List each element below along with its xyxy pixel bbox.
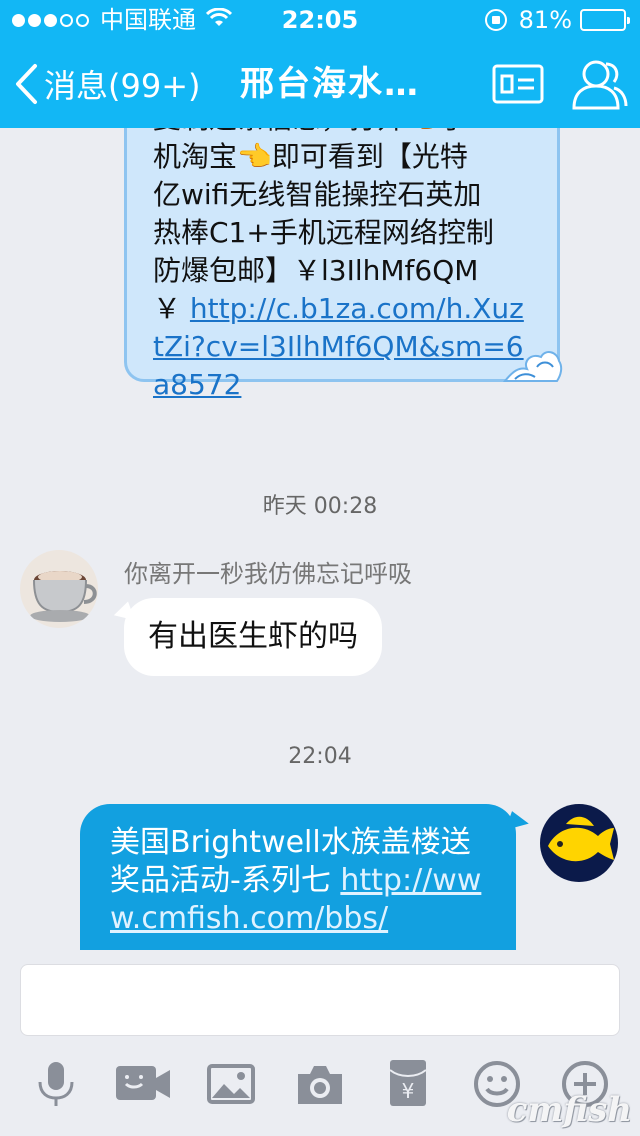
back-button[interactable]: 消息(99+) <box>14 40 201 128</box>
chevron-left-icon <box>16 64 37 104</box>
image-icon <box>207 1064 255 1104</box>
watermark: cmfish <box>506 1090 632 1130</box>
avatar[interactable] <box>20 550 98 628</box>
image-button[interactable] <box>206 1058 256 1110</box>
battery-icon <box>580 9 630 31</box>
message-line: 亿wifi无线智能操控石英加 <box>153 178 482 211</box>
yellow-tang-fish-avatar-icon <box>540 804 618 882</box>
message-line: 复制这条信息，打开👈手 <box>153 128 531 138</box>
outgoing-message-bubble[interactable]: 美国Brightwell水族盖楼送奖品活动-系列七 http://www.cmf… <box>80 804 516 950</box>
message-line: 机淘宝👈即可看到【光特 <box>153 140 468 173</box>
microphone-icon <box>38 1062 74 1106</box>
top-bar: 中国联通 22:05 81% 消息(99+) 邢台海水… <box>0 0 640 128</box>
id-card-icon <box>492 64 544 104</box>
input-area: ¥ cmfish <box>0 950 640 1136</box>
voice-button[interactable] <box>30 1058 82 1110</box>
message-line: 防爆包邮】￥l3IlhMf6QM <box>153 254 479 287</box>
camera-button[interactable] <box>296 1058 344 1110</box>
status-right: 81% <box>484 0 630 40</box>
message-link[interactable]: http://c.b1za.com/h.XuztZi?cv=l3IlhMf6QM… <box>153 292 524 401</box>
incoming-message-text: 有出医生虾的吗 <box>148 619 358 654</box>
message-link-line: ￥ http://c.b1za.com/h.XuztZi?cv=l3IlhMf6… <box>153 290 531 404</box>
chat-area[interactable]: 复制这条信息，打开👈手 机淘宝👈即可看到【光特 亿wifi无线智能操控石英加 热… <box>0 128 640 950</box>
rotation-lock-icon <box>484 9 507 31</box>
previous-message-bubble[interactable]: 复制这条信息，打开👈手 机淘宝👈即可看到【光特 亿wifi无线智能操控石英加 热… <box>124 128 563 401</box>
sender-name: 你离开一秒我仿佛忘记呼吸 <box>124 560 412 588</box>
chat-title: 邢台海水… <box>240 64 420 104</box>
video-call-icon <box>116 1066 170 1100</box>
people-icon <box>572 60 628 110</box>
video-call-button[interactable] <box>114 1058 172 1110</box>
message-line: 热棒C1+手机远程网络控制 <box>153 216 494 249</box>
wave-decoration-icon <box>502 351 563 382</box>
group-card-button[interactable] <box>492 64 544 104</box>
red-packet-button[interactable]: ¥ <box>388 1058 428 1110</box>
battery-percent: 81% <box>518 6 572 34</box>
svg-text:¥: ¥ <box>402 1079 415 1103</box>
yen-sign: ￥ <box>153 292 182 325</box>
my-avatar[interactable] <box>540 804 618 882</box>
status-bar: 中国联通 22:05 81% <box>0 0 640 40</box>
nav-bar: 消息(99+) 邢台海水… <box>0 40 640 128</box>
timestamp: 22:04 <box>288 744 352 769</box>
message-input[interactable] <box>20 964 620 1036</box>
red-packet-icon: ¥ <box>389 1060 427 1106</box>
camera-icon <box>298 1066 342 1104</box>
previous-message-text: 复制这条信息，打开👈手 机淘宝👈即可看到【光特 亿wifi无线智能操控石英加 热… <box>153 128 531 404</box>
coffee-cup-avatar-icon <box>20 550 98 628</box>
back-label: 消息(99+) <box>44 67 201 105</box>
group-members-button[interactable] <box>568 54 628 114</box>
incoming-message-bubble[interactable]: 有出医生虾的吗 <box>124 598 382 676</box>
timestamp: 昨天 00:28 <box>262 494 378 519</box>
